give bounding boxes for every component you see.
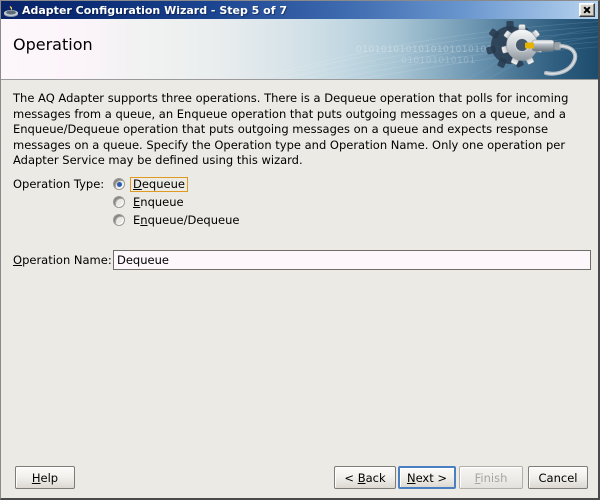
radio-dequeue-mark (113, 178, 125, 190)
radio-enqueue-dequeue[interactable]: Enqueue/Dequeue (113, 211, 242, 229)
radio-enqueue-label: Enqueue (133, 194, 184, 209)
cancel-button[interactable]: Cancel (528, 466, 588, 489)
operation-name-input[interactable] (113, 250, 591, 270)
radio-enqueue-mark (113, 196, 125, 208)
oracle-wizard-icon (3, 3, 19, 18)
page-title: Operation (13, 35, 93, 54)
button-bar: Help < Back Next > Finish Cancel (1, 458, 598, 498)
banner-binary-text-row2: 010101010101 (401, 56, 476, 66)
title-bar: Adapter Configuration Wizard - Step 5 of… (1, 1, 598, 19)
gear-wrench-icon (486, 21, 578, 76)
radio-dequeue[interactable]: Dequeue (113, 175, 242, 193)
radio-dequeue-label: Dequeue (130, 176, 188, 192)
operation-name-row: Operation Name: (13, 250, 591, 270)
window-title: Adapter Configuration Wizard - Step 5 of… (22, 3, 287, 17)
radio-enqueue[interactable]: Enqueue (113, 193, 242, 211)
description-text: The AQ Adapter supports three operations… (13, 91, 569, 167)
help-button[interactable]: Help (15, 466, 75, 489)
wizard-banner: Operation 0101010101010101010101010101 0… (1, 19, 598, 80)
wizard-dialog: Adapter Configuration Wizard - Step 5 of… (0, 0, 600, 500)
operation-type-label: Operation Type: (13, 177, 105, 191)
close-icon[interactable] (579, 3, 595, 17)
operation-type-radio-group[interactable]: Dequeue Enqueue Enqueue/Dequeue (113, 175, 242, 229)
radio-enqueue-dequeue-mark (113, 214, 125, 226)
operation-type-row: Operation Type: Dequeue Enqueue Enqueue/… (13, 175, 242, 229)
back-button[interactable]: < Back (334, 466, 396, 489)
finish-button: Finish (459, 466, 523, 489)
operation-name-label: Operation Name: (13, 253, 112, 267)
next-button[interactable]: Next > (398, 466, 456, 489)
radio-enqueue-dequeue-label: Enqueue/Dequeue (133, 212, 240, 227)
dialog-content: The AQ Adapter supports three operations… (1, 80, 598, 458)
